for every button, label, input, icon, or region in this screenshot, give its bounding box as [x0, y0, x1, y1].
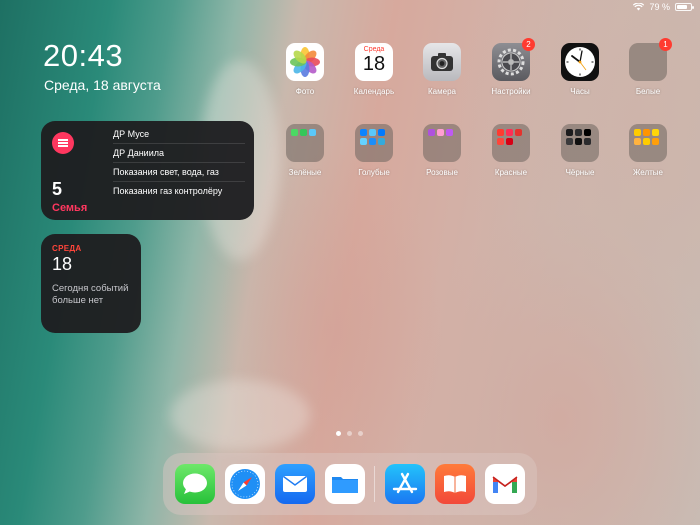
app-photos[interactable]: Фото — [275, 43, 335, 96]
wallpaper-foam — [170, 380, 310, 450]
settings-gear-icon: 2 — [492, 38, 535, 81]
folder-red[interactable]: Красные — [481, 124, 541, 177]
clock-time: 20:43 — [43, 38, 124, 73]
folder-icon — [492, 124, 530, 162]
reminders-list-icon — [52, 132, 74, 154]
app-label: Зелёные — [288, 168, 322, 177]
reminder-item[interactable]: ДР Даниила — [113, 144, 245, 163]
battery-icon — [675, 3, 694, 11]
app-label: Чёрные — [565, 168, 595, 177]
folder-icon — [286, 124, 324, 162]
folder-pink[interactable]: Розовые — [412, 124, 472, 177]
reminders-count: 5 — [52, 179, 63, 199]
reminders-items: ДР Мусе ДР Даниила Показания свет, вода,… — [113, 125, 245, 201]
app-label: Камера — [428, 87, 456, 96]
folder-icon: 1 — [629, 38, 672, 81]
mail-icon[interactable] — [275, 464, 315, 504]
folder-green[interactable]: Зелёные — [275, 124, 335, 177]
clock-date: Среда, 18 августа — [44, 77, 161, 93]
gmail-icon[interactable] — [485, 464, 525, 504]
folder-black[interactable]: Чёрные — [550, 124, 610, 177]
app-label: Фото — [295, 87, 315, 96]
app-clock[interactable]: Часы — [550, 43, 610, 96]
app-label: Желтые — [632, 168, 663, 177]
photos-icon — [286, 43, 324, 81]
folder-yellow[interactable]: Желтые — [618, 124, 678, 177]
app-camera[interactable]: Камера — [412, 43, 472, 96]
calendar-icon-day: 18 — [362, 53, 386, 75]
app-store-icon[interactable] — [385, 464, 425, 504]
safari-icon[interactable] — [225, 464, 265, 504]
status-bar: 79 % — [633, 2, 694, 12]
app-settings[interactable]: 2 Настройки — [481, 38, 541, 96]
app-label: Настройки — [491, 87, 531, 96]
folder-icon — [355, 124, 393, 162]
messages-icon[interactable] — [175, 464, 215, 504]
app-label: Белые — [635, 87, 661, 96]
page-dot[interactable] — [347, 431, 352, 436]
clock-icon — [561, 43, 599, 81]
reminder-item[interactable]: Показания свет, вода, газ — [113, 163, 245, 182]
page-dot[interactable] — [336, 431, 341, 436]
app-label: Голубые — [358, 168, 390, 177]
app-calendar[interactable]: Среда 18 Календарь — [344, 43, 404, 96]
dock-separator — [374, 466, 375, 502]
notification-badge: 1 — [659, 38, 672, 51]
reminder-item[interactable]: ДР Мусе — [113, 125, 245, 144]
page-dot[interactable] — [358, 431, 363, 436]
reminders-widget[interactable]: 5 Семья ДР Мусе ДР Даниила Показания све… — [41, 121, 254, 220]
calendar-icon: Среда 18 — [355, 43, 393, 81]
battery-percentage: 79 % — [649, 2, 670, 12]
files-icon[interactable] — [325, 464, 365, 504]
folder-blue[interactable]: Голубые — [344, 124, 404, 177]
calendar-widget-note: Сегодня событий больше нет — [52, 283, 129, 306]
reminder-item[interactable]: Показания газ контролёру — [113, 182, 245, 201]
books-icon[interactable] — [435, 464, 475, 504]
notification-badge: 2 — [522, 38, 535, 51]
calendar-widget-day: 18 — [52, 254, 73, 274]
reminders-list-name: Семья — [52, 202, 88, 214]
folder-icon — [629, 124, 667, 162]
app-label: Розовые — [426, 168, 458, 177]
app-label: Календарь — [353, 87, 395, 96]
folder-icon — [561, 124, 599, 162]
camera-icon — [423, 43, 461, 81]
calendar-widget[interactable]: СРЕДА 18 Сегодня событий больше нет — [41, 234, 141, 333]
dock — [163, 453, 537, 515]
app-label: Часы — [570, 87, 590, 96]
app-label: Красные — [494, 168, 528, 177]
calendar-icon-weekday: Среда — [363, 46, 385, 53]
calendar-widget-weekday: СРЕДА — [52, 244, 82, 253]
wifi-icon — [633, 3, 645, 11]
folder-icon — [423, 124, 461, 162]
folder-white[interactable]: 1 Белые — [618, 38, 678, 96]
page-indicator[interactable] — [336, 431, 363, 436]
